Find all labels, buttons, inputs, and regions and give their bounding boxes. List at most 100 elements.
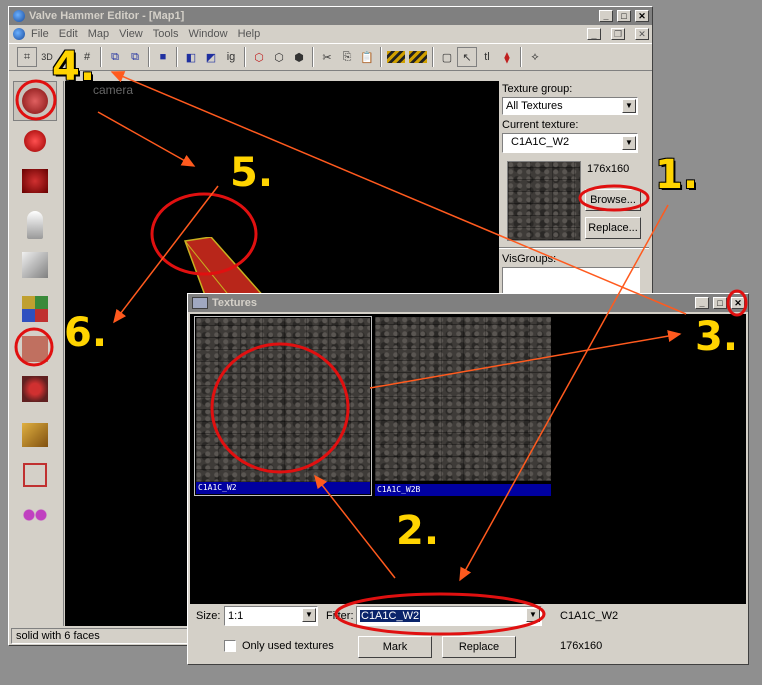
menu-tools[interactable]: Tools: [153, 28, 179, 40]
block-tool[interactable]: [13, 245, 57, 285]
entity-tool[interactable]: [13, 205, 57, 245]
close-button[interactable]: ✕: [635, 10, 649, 22]
chevron-down-icon[interactable]: ▼: [622, 136, 636, 150]
pointer-icon[interactable]: ↖: [457, 47, 477, 67]
globe-icon: [13, 10, 25, 22]
selected-texture-name: C1A1C_W2: [560, 610, 619, 622]
menu-window[interactable]: Window: [188, 28, 227, 40]
texture-app-tool[interactable]: [13, 289, 57, 329]
entity-icon: [27, 211, 43, 239]
magnify-tool[interactable]: [13, 121, 57, 161]
textures-minimize-button[interactable]: _: [695, 297, 709, 309]
chevron-down-icon[interactable]: ▼: [526, 608, 540, 622]
tl-icon[interactable]: tl: [477, 47, 497, 67]
select-icon[interactable]: ▢: [437, 47, 457, 67]
magnify-icon: [24, 130, 46, 152]
menu-map[interactable]: Map: [88, 28, 109, 40]
maximize-button[interactable]: □: [617, 10, 631, 22]
current-texture-select[interactable]: C1A1C_W2 ▼: [502, 133, 638, 153]
textures-titlebar: Textures _ □ ✕: [188, 294, 748, 312]
camera-tool[interactable]: [13, 161, 57, 201]
carve-icon[interactable]: ◧: [181, 47, 201, 67]
window-title: Valve Hammer Editor - [Map1]: [29, 10, 185, 22]
apply-texture-tool[interactable]: [13, 329, 57, 369]
texture-thumb: [375, 317, 551, 481]
apply-texture-icon: [22, 336, 48, 362]
cube-dark-icon[interactable]: ⬢: [289, 47, 309, 67]
textures-close-button[interactable]: ✕: [731, 297, 745, 309]
main-titlebar: Valve Hammer Editor - [Map1] _ □ ✕: [9, 7, 652, 25]
menu-edit[interactable]: Edit: [59, 28, 78, 40]
selection-tool[interactable]: [13, 81, 57, 121]
texture-size: 176x160: [587, 163, 630, 175]
cube-red-icon[interactable]: ⬡: [249, 47, 269, 67]
wireframe-icon: [23, 463, 47, 487]
step-label-1: 1.: [655, 152, 699, 198]
only-used-label: Only used textures: [242, 640, 334, 652]
mark-button[interactable]: Mark: [358, 636, 432, 658]
current-texture-label: Current texture:: [502, 119, 579, 131]
doc-icon: [13, 28, 25, 40]
texture-tile[interactable]: C1A1C_W2: [194, 316, 372, 496]
filter-input[interactable]: C1A1C_W2 ▼: [356, 606, 542, 626]
texture-group-label: Texture group:: [502, 83, 573, 95]
cut-icon[interactable]: ✂: [317, 47, 337, 67]
path-tool[interactable]: [13, 495, 57, 535]
apply-decal-tool[interactable]: [13, 369, 57, 409]
pointer-tool-icon: [22, 88, 48, 114]
menu-help[interactable]: Help: [238, 28, 261, 40]
menu-bar: File Edit Map View Tools Window Help _ ❐…: [9, 25, 652, 43]
texture-lock-icon[interactable]: [387, 51, 405, 63]
texture-tile[interactable]: C1A1C_W2B: [374, 316, 552, 496]
viewport-label: camera: [93, 83, 134, 97]
textures-title: Textures: [212, 297, 258, 309]
mdi-minimize-button[interactable]: _: [587, 28, 601, 40]
copy-objects-icon[interactable]: ⧉: [105, 47, 125, 67]
chevron-down-icon[interactable]: ▼: [302, 608, 316, 622]
block-icon: [22, 252, 48, 278]
texture-group-value: All Textures: [506, 100, 563, 112]
mdi-restore-button[interactable]: ❐: [611, 28, 625, 40]
vertex-icon[interactable]: ⟡: [525, 47, 545, 67]
mdi-close-button[interactable]: ✕: [635, 28, 649, 40]
copy-icon[interactable]: ⎘: [337, 47, 357, 67]
texture-app-icon: [22, 296, 48, 322]
panel-divider: [499, 247, 649, 249]
paste-objects-icon[interactable]: ⧉: [125, 47, 145, 67]
step-label-5: 5.: [230, 150, 274, 196]
only-used-checkbox[interactable]: [224, 640, 236, 652]
browse-button[interactable]: Browse...: [585, 189, 641, 211]
decal-icon[interactable]: ⧫: [497, 47, 517, 67]
textures-dialog: Textures _ □ ✕ C1A1C_W2 C1A1C_W2B Size: …: [187, 293, 749, 665]
replace-texture-button[interactable]: Replace...: [585, 217, 641, 239]
texture-group-select[interactable]: All Textures ▼: [502, 97, 638, 115]
vertex-tool[interactable]: [13, 455, 57, 495]
step-label-4: 4.: [52, 44, 96, 90]
clip-tool[interactable]: [13, 415, 57, 455]
size-label: Size:: [196, 610, 221, 622]
ig-icon[interactable]: ig: [221, 47, 241, 67]
minimize-button[interactable]: _: [599, 10, 613, 22]
texture-name: C1A1C_W2: [196, 482, 370, 494]
texture-browser-area[interactable]: C1A1C_W2 C1A1C_W2B: [190, 314, 746, 604]
cube-outline-icon[interactable]: ⬡: [269, 47, 289, 67]
no-lock-icon[interactable]: [409, 51, 427, 63]
status-text: solid with 6 faces: [16, 630, 100, 642]
paste-icon[interactable]: 📋: [357, 47, 377, 67]
menu-view[interactable]: View: [119, 28, 143, 40]
grid-icon[interactable]: ⌗: [17, 47, 37, 67]
textures-window-icon: [192, 297, 208, 309]
texture-name: C1A1C_W2B: [375, 484, 551, 496]
filter-label: Filter:: [326, 610, 354, 622]
textures-maximize-button[interactable]: □: [713, 297, 727, 309]
tool-palette: [13, 81, 64, 626]
current-texture-value: C1A1C_W2: [511, 136, 570, 148]
chevron-down-icon[interactable]: ▼: [622, 99, 636, 113]
group-icon[interactable]: ■: [153, 47, 173, 67]
size-value: 1:1: [228, 610, 244, 622]
size-select[interactable]: 1:1 ▼: [224, 606, 318, 626]
filter-value: C1A1C_W2: [360, 610, 421, 622]
hollow-icon[interactable]: ◩: [201, 47, 221, 67]
menu-file[interactable]: File: [31, 28, 49, 40]
replace-button[interactable]: Replace: [442, 636, 516, 658]
